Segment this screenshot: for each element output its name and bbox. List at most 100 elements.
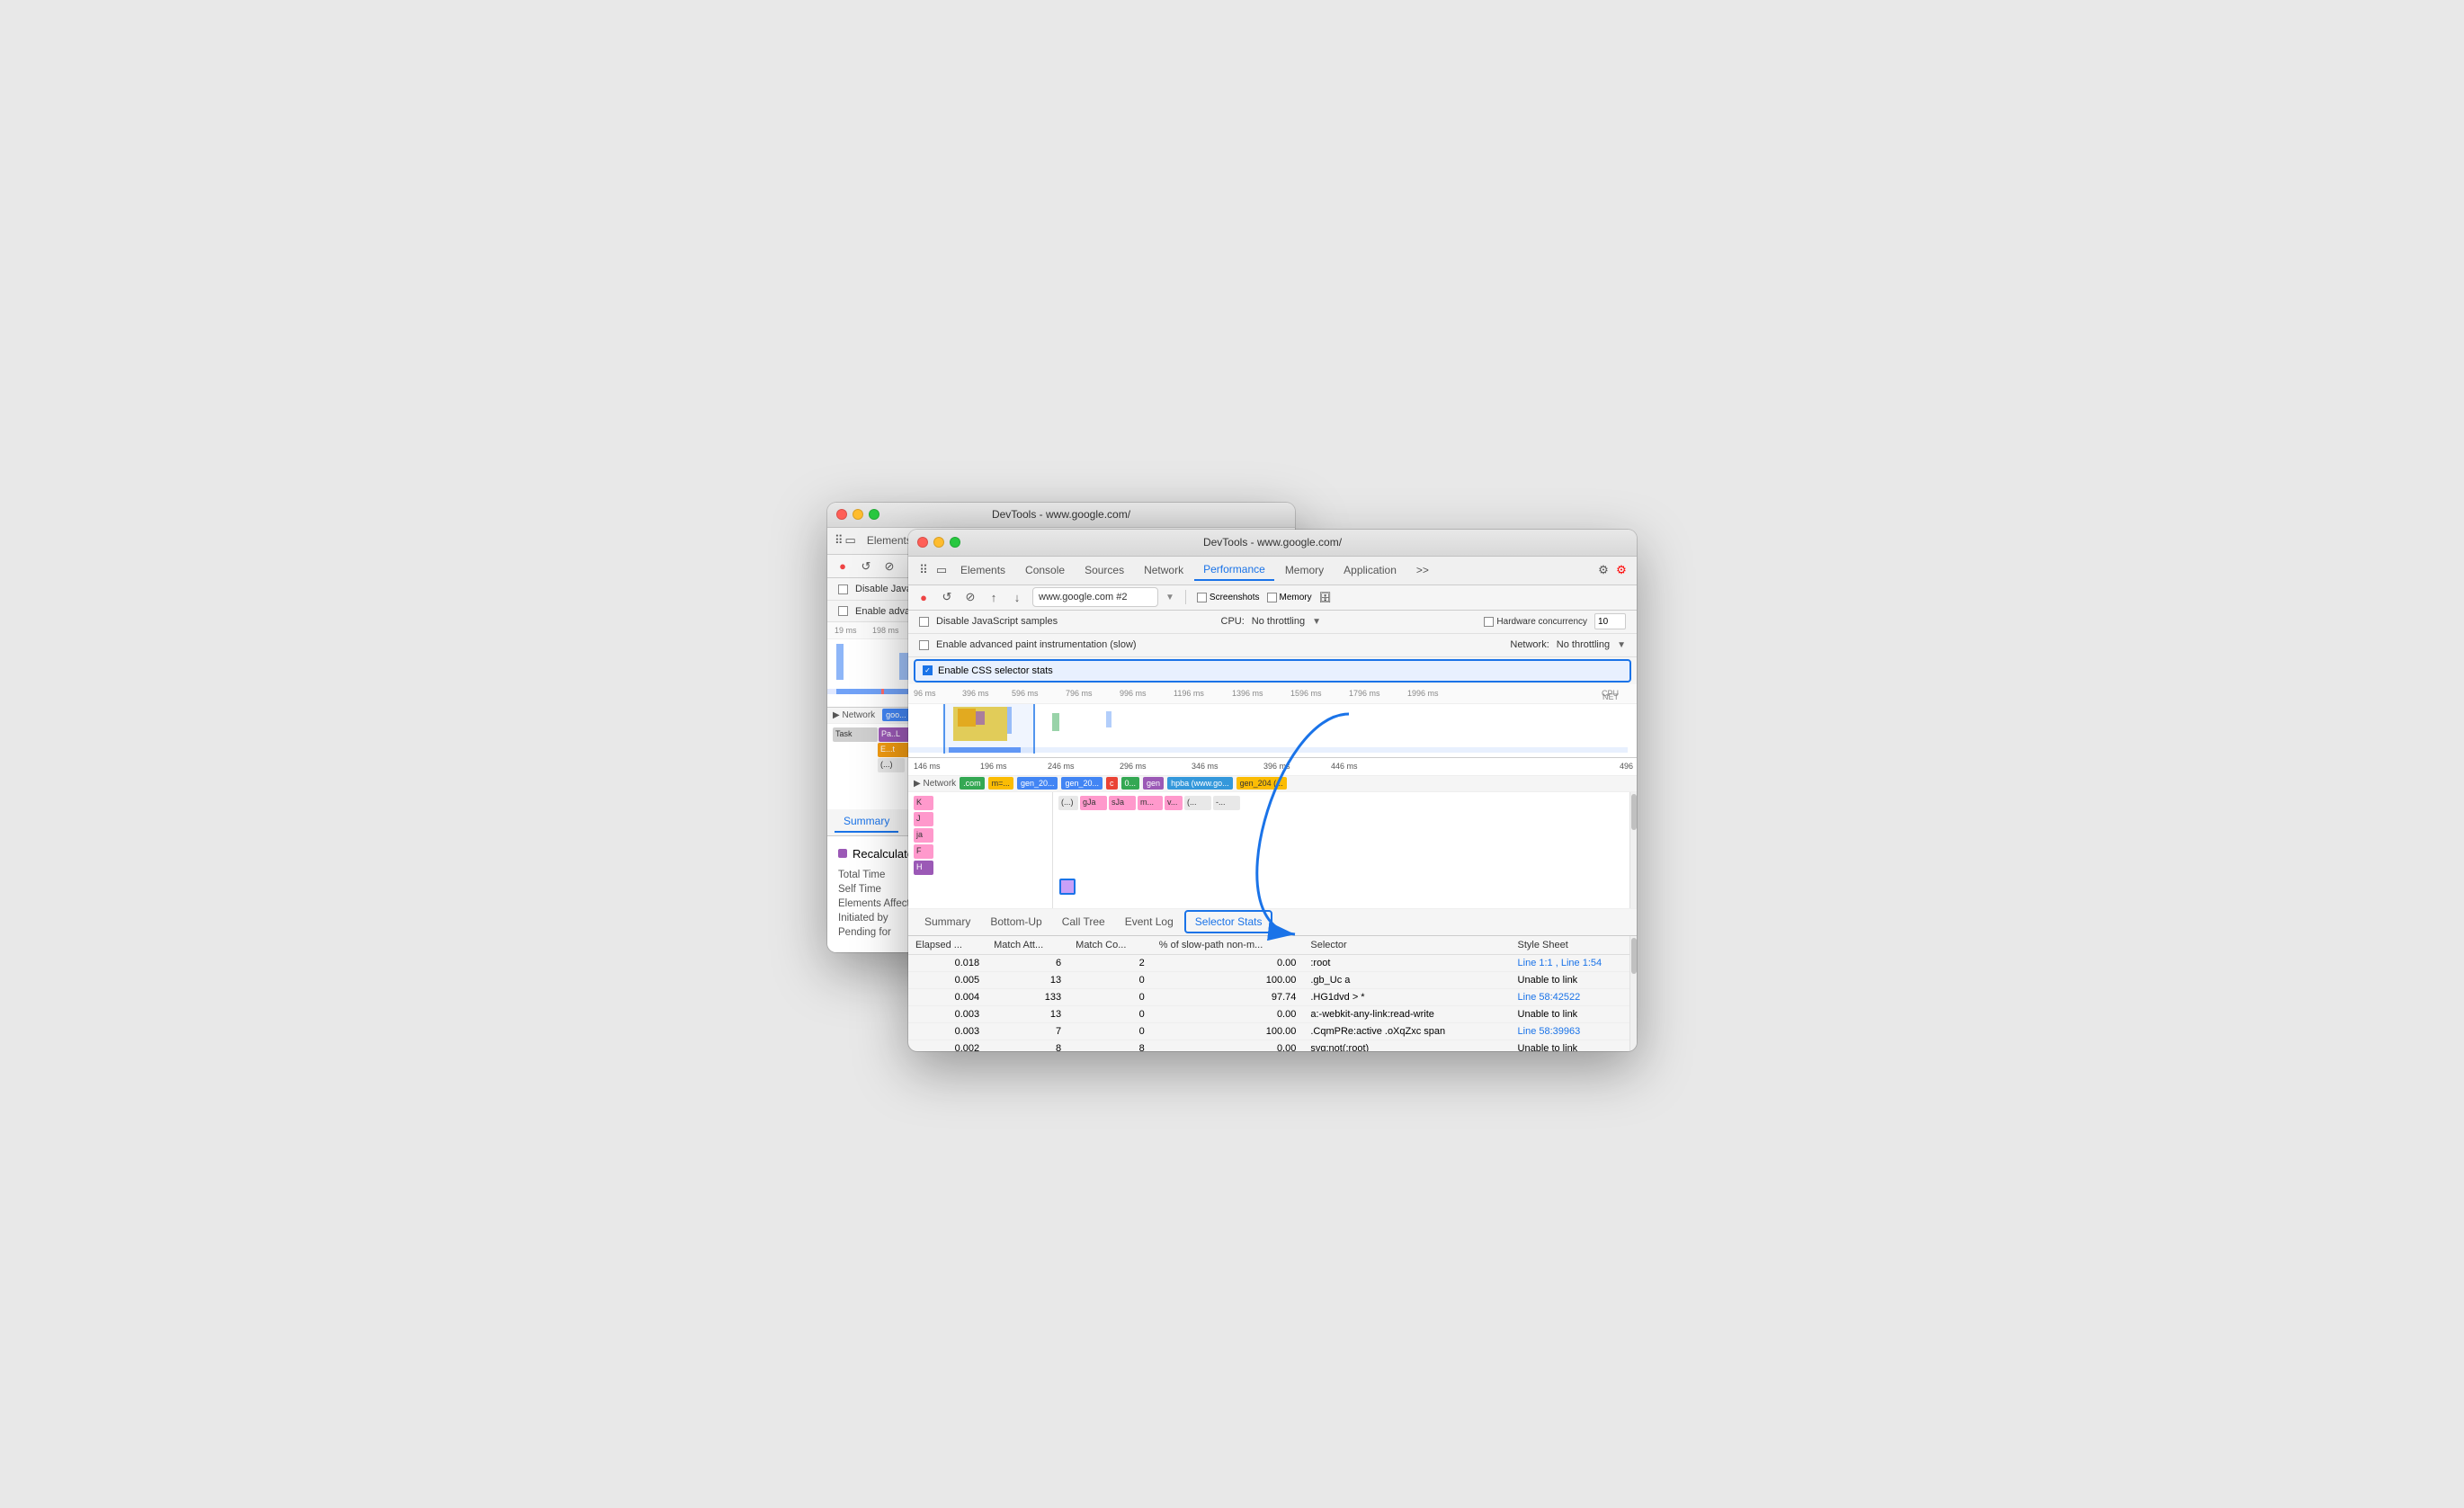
url-bar-2[interactable] — [1032, 587, 1158, 607]
flame-cell-task-1[interactable]: Task — [833, 727, 878, 742]
cell-3-1: 13 — [986, 1005, 1068, 1022]
tab-bottom-up-2[interactable]: Bottom-Up — [981, 912, 1050, 932]
table-row[interactable]: 0.004133097.74.HG1dvd > *Line 58:42522 — [908, 988, 1637, 1005]
tab-console-2[interactable]: Console — [1016, 560, 1074, 580]
scrollbar-v-2[interactable] — [1629, 792, 1637, 908]
tab-event-log-2[interactable]: Event Log — [1116, 912, 1183, 932]
tab-call-tree-2[interactable]: Call Tree — [1053, 912, 1114, 932]
tab-selector-stats[interactable]: Selector Stats — [1184, 910, 1273, 933]
flame-v[interactable]: v... — [1165, 796, 1183, 810]
timeline-area-2[interactable] — [908, 704, 1637, 758]
disable-js-check-2[interactable] — [919, 617, 929, 627]
flame-K[interactable]: K — [914, 796, 933, 810]
close-button-1[interactable] — [836, 509, 847, 520]
tab-performance-2[interactable]: Performance — [1194, 559, 1274, 581]
download-icon-2[interactable]: ↓ — [1009, 589, 1025, 605]
tab-more-2[interactable]: >> — [1407, 560, 1438, 580]
tab-application-2[interactable]: Application — [1335, 560, 1406, 580]
ruler-198ms: 198 ms — [872, 626, 899, 635]
clear-icon-2[interactable]: ⊘ — [962, 589, 978, 605]
tab-sources-2[interactable]: Sources — [1076, 560, 1133, 580]
col-match-att[interactable]: Match Att... — [986, 936, 1068, 955]
col-match-co[interactable]: Match Co... — [1068, 936, 1152, 955]
device-icon[interactable]: ▭ — [845, 532, 856, 549]
flame-dot2-1[interactable]: (... — [1184, 796, 1211, 810]
table-row[interactable]: 0.018620.00:rootLine 1:1 , Line 1:54 — [908, 954, 1637, 971]
table-row[interactable]: 0.002880.00svg:not(:root)Unable to link — [908, 1040, 1637, 1051]
cell-1-2: 0 — [1068, 971, 1152, 988]
selected-flame-cell[interactable] — [1059, 879, 1076, 895]
table-container[interactable]: Elapsed ... Match Att... Match Co... % o… — [908, 936, 1637, 1051]
hw-check-2[interactable] — [1484, 617, 1494, 627]
hw-concurrency-input[interactable] — [1594, 613, 1626, 629]
flamechart-area-2[interactable]: K J ja F H — [908, 792, 1637, 909]
table-row[interactable]: 0.0031300.00a:-webkit-any-link:read-writ… — [908, 1005, 1637, 1022]
upload-icon-2[interactable]: ↑ — [986, 589, 1002, 605]
screenshots-text-2: Screenshots — [1210, 593, 1260, 602]
reload-icon-2[interactable]: ↺ — [939, 589, 955, 605]
maximize-button-1[interactable] — [869, 509, 879, 520]
flame-cell-dot1[interactable]: (...) — [878, 758, 905, 772]
flame-sJa[interactable]: sJa — [1109, 796, 1136, 810]
cpu-dropdown-2[interactable]: ▼ — [1312, 617, 1321, 627]
scrollbar-thumb-2[interactable] — [1631, 794, 1637, 830]
device-icon-2[interactable]: ▭ — [933, 562, 950, 578]
flame-m[interactable]: m... — [1138, 796, 1163, 810]
memory-check-2[interactable] — [1267, 593, 1277, 602]
flame-dots-1[interactable]: (...) — [1058, 796, 1078, 810]
clear-icon-1[interactable]: ⊘ — [881, 558, 897, 575]
scrollbar-thumb-table[interactable] — [1631, 938, 1637, 974]
cell-1-1: 13 — [986, 971, 1068, 988]
cursor-icon-2[interactable]: ⠿ — [915, 562, 932, 578]
cell-2-5[interactable]: Line 58:42522 — [1511, 988, 1637, 1005]
table-row[interactable]: 0.00370100.00.CqmPRe:active .oXqZxc span… — [908, 1022, 1637, 1040]
reload-icon-1[interactable]: ↺ — [858, 558, 874, 575]
tab-memory-2[interactable]: Memory — [1276, 560, 1333, 580]
col-elapsed[interactable]: Elapsed ... — [908, 936, 986, 955]
recalculate-style-swatch — [838, 849, 847, 858]
maximize-button-2[interactable] — [950, 537, 960, 548]
scrollbar-v-table[interactable] — [1629, 936, 1637, 1051]
tab-network-2[interactable]: Network — [1135, 560, 1192, 580]
network-value-2[interactable]: No throttling — [1557, 639, 1610, 650]
cursor-icon[interactable]: ⠿ — [835, 532, 844, 549]
enable-paint-check-1[interactable] — [838, 606, 848, 616]
screenshots-check-2[interactable] — [1197, 593, 1207, 602]
enable-css-selector-row: ✓ Enable CSS selector stats — [914, 659, 1631, 683]
enable-paint-check-2[interactable] — [919, 640, 929, 650]
flame-dash-1[interactable]: -... — [1213, 796, 1240, 810]
minimize-button-2[interactable] — [933, 537, 944, 548]
minimize-button-1[interactable] — [853, 509, 863, 520]
flame-H[interactable]: H — [914, 861, 933, 875]
flame-gJa[interactable]: gJa — [1080, 796, 1107, 810]
record-icon-1[interactable]: ● — [835, 558, 851, 575]
close-button-2[interactable] — [917, 537, 928, 548]
url-dropdown-arrow[interactable]: ▼ — [1165, 593, 1174, 602]
tab-summary-2[interactable]: Summary — [915, 912, 979, 932]
record-icon-2[interactable]: ● — [915, 589, 932, 605]
screenshots-label-2[interactable]: Screenshots — [1197, 593, 1260, 602]
more-icon-2[interactable]: ⚙ — [1613, 562, 1629, 578]
network-track-2: ▶ Network — [914, 779, 956, 789]
net-pill-2-3: gen_20... — [1017, 777, 1058, 790]
cell-0-5[interactable]: Line 1:1 , Line 1:54 — [1511, 954, 1637, 971]
table-row[interactable]: 0.005130100.00.gb_Uc aUnable to link — [908, 971, 1637, 988]
flame-F[interactable]: F — [914, 844, 933, 859]
network-dropdown-2[interactable]: ▼ — [1617, 640, 1626, 650]
memory-label-2[interactable]: Memory — [1267, 593, 1312, 602]
tab-summary-1[interactable]: Summary — [835, 811, 898, 833]
disable-js-check-1[interactable] — [838, 584, 848, 594]
flame-J[interactable]: J — [914, 812, 933, 826]
col-slow-path[interactable]: % of slow-path non-m... — [1152, 936, 1304, 955]
flame-ja[interactable]: ja — [914, 828, 933, 843]
cell-0-0: 0.018 — [908, 954, 986, 971]
sub-ruler-296: 296 ms — [1120, 762, 1147, 771]
tab-elements-2[interactable]: Elements — [951, 560, 1014, 580]
table-body: 0.018620.00:rootLine 1:1 , Line 1:540.00… — [908, 954, 1637, 1051]
col-selector[interactable]: Selector — [1303, 936, 1510, 955]
enable-css-selector-check[interactable]: ✓ — [923, 665, 933, 675]
col-stylesheet[interactable]: Style Sheet — [1511, 936, 1637, 955]
cpu-value-2[interactable]: No throttling — [1252, 616, 1305, 627]
cell-4-5[interactable]: Line 58:39963 — [1511, 1022, 1637, 1040]
settings-icon-2[interactable] — [1595, 562, 1611, 578]
